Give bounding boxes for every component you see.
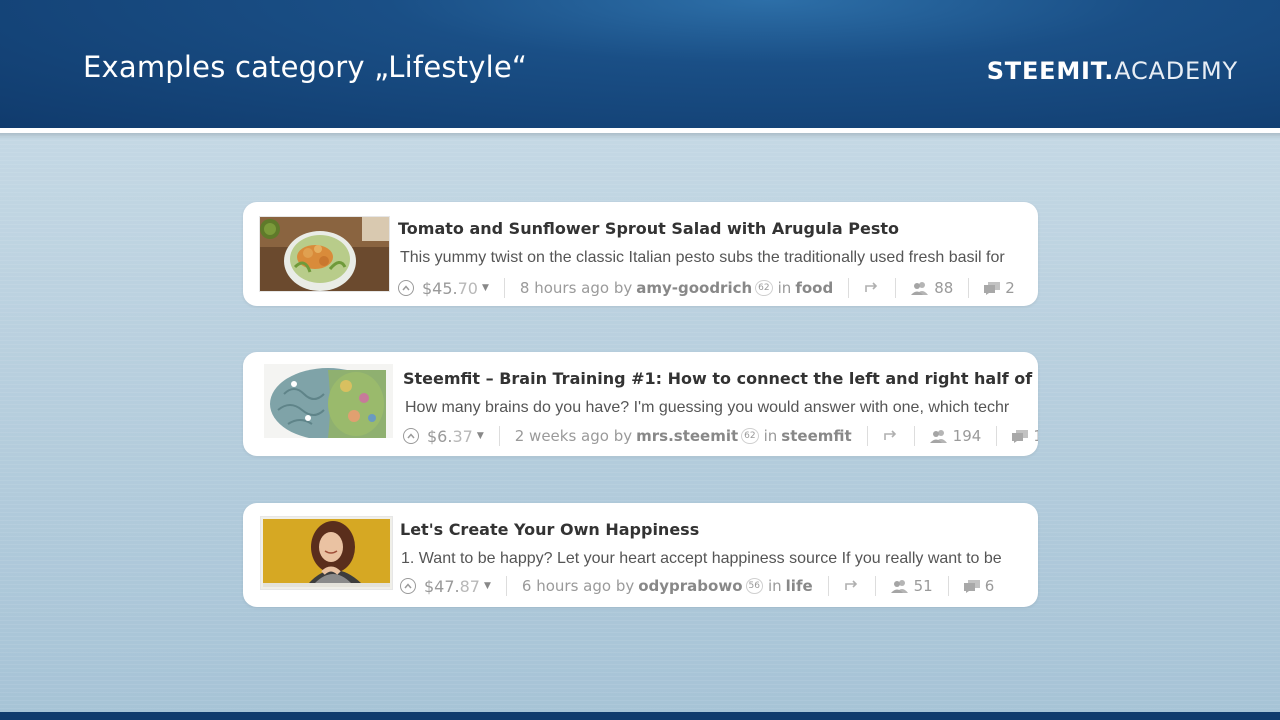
post-thumbnail[interactable] [264,364,393,438]
voters-count[interactable]: 51 [914,577,933,595]
divider [848,278,850,298]
author-link[interactable]: amy-goodrich [636,279,752,297]
post-time: 6 hours ago by [521,577,635,595]
comments-count[interactable]: 12 [1033,427,1038,445]
divider [866,426,868,446]
comments-count[interactable]: 2 [1005,279,1015,297]
brand-logo: STEEMIT.ACADEMY [987,57,1238,85]
brand-light-text: ACADEMY [1114,57,1238,85]
comments-icon[interactable] [984,281,1001,295]
header-shadow [0,133,1280,139]
category-link[interactable]: life [786,577,813,595]
caret-down-icon[interactable]: ▼ [484,581,491,591]
caret-down-icon[interactable]: ▼ [477,431,484,441]
slide-title: Examples category „Lifestyle“ [83,50,528,84]
payout-cents: 87 [459,576,480,596]
payout-main: $6. [427,426,453,446]
divider [874,576,876,596]
divider [913,426,915,446]
payout-main: $47. [424,576,460,596]
payout-cents: 37 [452,426,473,446]
divider [947,576,949,596]
payout-value[interactable]: $47.87 [424,577,480,596]
reputation-badge: 62 [755,280,773,296]
comments-icon[interactable] [963,579,980,593]
reputation-badge: 62 [741,428,759,444]
reputation-badge: 56 [745,578,763,594]
divider [505,576,507,596]
category-link[interactable]: steemfit [781,427,851,445]
divider [968,278,970,298]
post-card-happiness[interactable]: Let's Create Your Own Happiness 1. Want … [243,503,1038,607]
post-excerpt[interactable]: 1. Want to be happy? Let your heart acce… [401,550,1002,568]
divider [996,426,998,446]
in-label: in [777,279,792,297]
post-meta-bar: $47.87 ▼ 6 hours ago by odyprabowo 56 in… [400,575,994,597]
payout-value[interactable]: $45.70 [422,279,478,298]
payout-cents: 70 [457,278,478,298]
payout-main: $45. [422,278,458,298]
comments-count[interactable]: 6 [985,577,995,595]
divider [498,426,500,446]
post-excerpt[interactable]: How many brains do you have? I'm guessin… [405,399,1009,417]
payout-value[interactable]: $6.37 [427,427,473,446]
salad-image [260,217,389,291]
divider [827,576,829,596]
post-thumbnail[interactable] [260,516,393,590]
reblog-icon[interactable] [844,580,860,592]
post-meta-bar: $6.37 ▼ 2 weeks ago by mrs.steemit 62 in… [403,425,1038,447]
in-label: in [763,427,778,445]
caret-down-icon[interactable]: ▼ [482,283,489,293]
reblog-icon[interactable] [864,282,880,294]
post-meta-bar: $45.70 ▼ 8 hours ago by amy-goodrich 62 … [398,277,1015,299]
author-link[interactable]: odyprabowo [638,577,742,595]
voters-icon[interactable] [890,579,909,593]
brain-image [264,364,393,438]
comments-icon[interactable] [1012,429,1029,443]
post-excerpt[interactable]: This yummy twist on the classic Italian … [400,249,1005,267]
voters-count[interactable]: 88 [934,279,953,297]
post-card-salad[interactable]: Tomato and Sunflower Sprout Salad with A… [243,202,1038,306]
voters-icon[interactable] [929,429,948,443]
smiling-woman-image [261,517,392,589]
voters-icon[interactable] [911,281,929,295]
post-time: 2 weeks ago by [514,427,633,445]
divider [895,278,897,298]
post-thumbnail[interactable] [259,216,390,292]
chevron-up-circle-icon[interactable] [400,578,416,594]
divider [503,278,505,298]
voters-count[interactable]: 194 [953,427,982,445]
author-link[interactable]: mrs.steemit [636,427,738,445]
post-title[interactable]: Steemfit – Brain Training #1: How to con… [403,369,1038,388]
brand-bold-text: STEEMIT. [986,57,1115,85]
in-label: in [767,577,782,595]
post-time: 8 hours ago by [519,279,633,297]
reblog-icon[interactable] [883,430,899,442]
post-card-brain-training[interactable]: Steemfit – Brain Training #1: How to con… [243,352,1038,456]
post-title[interactable]: Tomato and Sunflower Sprout Salad with A… [398,219,899,238]
post-title[interactable]: Let's Create Your Own Happiness [400,520,699,539]
category-link[interactable]: food [795,279,833,297]
chevron-up-circle-icon[interactable] [403,428,419,444]
slide-footer-bar [0,712,1280,720]
chevron-up-circle-icon[interactable] [398,280,414,296]
